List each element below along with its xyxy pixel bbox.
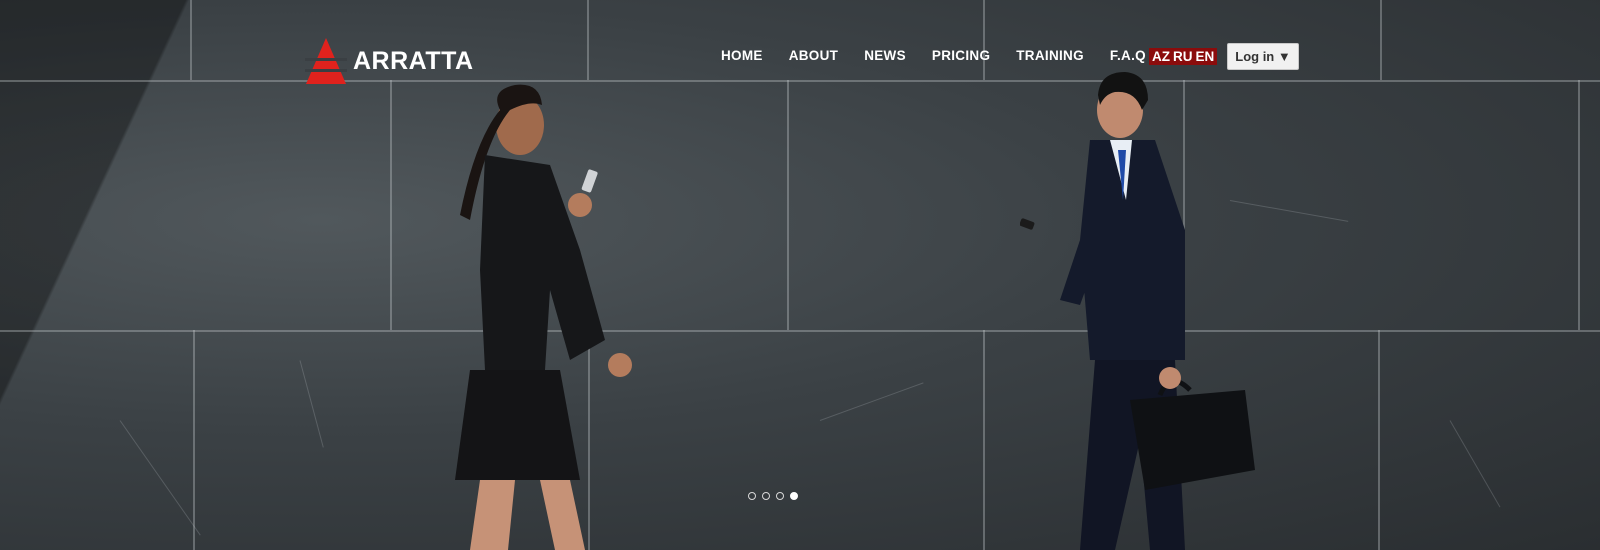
marble-vein: [299, 360, 324, 448]
slider-dot[interactable]: [776, 492, 784, 500]
marble-seam: [1578, 80, 1580, 330]
slider-dot[interactable]: [748, 492, 756, 500]
marble-seam: [983, 0, 985, 80]
marble-seam: [1378, 330, 1380, 550]
marble-seam: [983, 330, 985, 550]
lang-ru[interactable]: RU: [1173, 49, 1193, 64]
nav-training[interactable]: TRAINING: [1016, 48, 1084, 63]
lang-en[interactable]: EN: [1196, 49, 1215, 64]
marble-seam: [193, 330, 195, 550]
marble-seam: [390, 80, 392, 330]
slider-pagination: [748, 492, 804, 500]
marble-vein: [1449, 420, 1501, 508]
nav-about[interactable]: ABOUT: [789, 48, 839, 63]
hero-slide-image: [0, 0, 1600, 550]
marble-seam: [787, 80, 789, 330]
login-dropdown-button[interactable]: Log in ▼: [1227, 43, 1299, 70]
main-nav: HOME ABOUT NEWS PRICING TRAINING F.A.Q: [721, 48, 1172, 63]
man-photo: [1020, 72, 1255, 550]
nav-home[interactable]: HOME: [721, 48, 763, 63]
marble-seam: [587, 0, 589, 80]
nav-news[interactable]: NEWS: [864, 48, 906, 63]
slider-dot-active[interactable]: [790, 492, 798, 500]
slider-dot[interactable]: [762, 492, 770, 500]
brand-name: ARRATTA: [353, 46, 474, 75]
woman-photo: [455, 84, 632, 550]
lang-az[interactable]: AZ: [1152, 49, 1170, 64]
marble-seam: [1380, 0, 1382, 80]
marble-seam: [0, 80, 1600, 82]
language-switcher: AZ RU EN: [1149, 48, 1218, 65]
marble-vein: [819, 382, 924, 421]
marble-vein: [119, 420, 201, 536]
nav-pricing[interactable]: PRICING: [932, 48, 990, 63]
brand-logo[interactable]: ARRATTA: [305, 36, 474, 86]
marble-seam: [0, 330, 1600, 332]
marble-seam: [190, 0, 192, 80]
triangle-logo-icon: [305, 38, 347, 84]
nav-faq[interactable]: F.A.Q: [1110, 48, 1146, 63]
